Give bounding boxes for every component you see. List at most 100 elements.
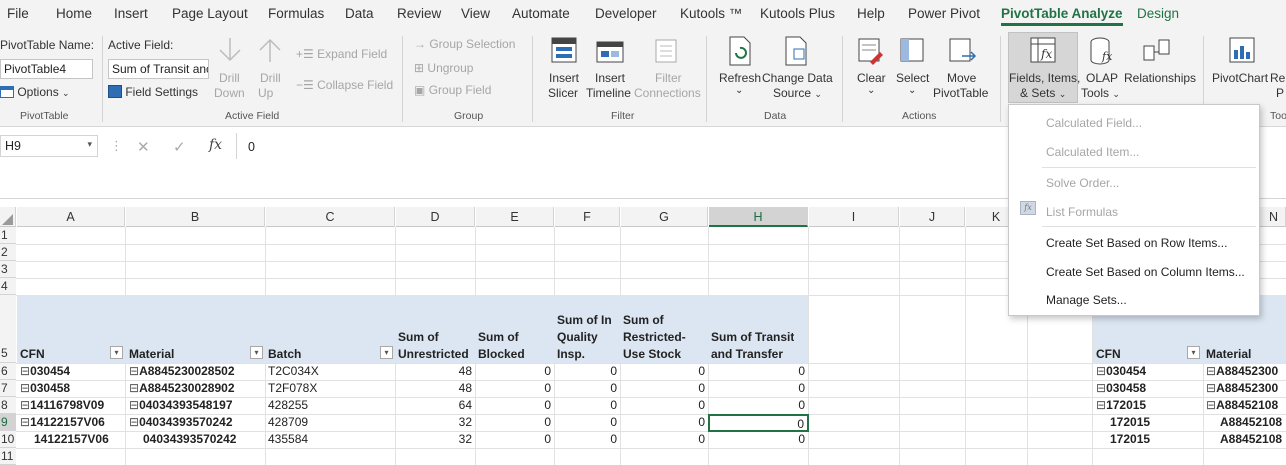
collapse-icon[interactable]: ⊟ bbox=[1096, 381, 1106, 395]
chevron-down-icon[interactable]: ⌄ bbox=[735, 85, 743, 96]
table-row-unrestricted[interactable]: 64 bbox=[396, 397, 475, 414]
active-field-input[interactable]: Sum of Transit anc bbox=[108, 59, 209, 79]
options-button[interactable]: Options ⌄ bbox=[0, 85, 70, 99]
insert-slicer-label-1[interactable]: Insert bbox=[549, 71, 579, 85]
pivot2-row-cfn[interactable]: ⊟172015 bbox=[1096, 397, 1146, 414]
table-row-material[interactable]: ⊟04034393548197 bbox=[129, 397, 233, 414]
tab-help[interactable]: Help bbox=[857, 6, 885, 21]
table-row-quality[interactable]: 0 bbox=[555, 397, 620, 414]
pivot-header-quality-1[interactable]: Sum of In bbox=[557, 312, 612, 329]
pivot2-row-cfn[interactable]: 172015 bbox=[1110, 431, 1150, 448]
fields-items-label-1[interactable]: Fields, Items, bbox=[1009, 71, 1080, 85]
table-row-blocked[interactable]: 0 bbox=[476, 380, 554, 397]
column-header-c[interactable]: C bbox=[266, 207, 395, 227]
pivot-header-restricted-2[interactable]: Restricted- bbox=[623, 329, 686, 346]
insert-function-icon[interactable]: fx bbox=[209, 137, 222, 153]
pivot-header-transit-2[interactable]: and Transfer bbox=[711, 346, 783, 363]
collapse-icon[interactable]: ⊟ bbox=[20, 364, 30, 378]
recommended-label-2[interactable]: P bbox=[1276, 86, 1284, 100]
tab-insert[interactable]: Insert bbox=[114, 6, 148, 21]
table-row-batch[interactable]: 428709 bbox=[268, 414, 308, 431]
tab-file[interactable]: File bbox=[7, 6, 29, 21]
collapse-icon[interactable]: ⊟ bbox=[1206, 364, 1216, 378]
select-all-button[interactable] bbox=[0, 207, 16, 227]
table-row-transit[interactable]: 0 bbox=[709, 363, 808, 380]
drill-down-label-1[interactable]: Drill bbox=[219, 71, 240, 85]
row-header-11[interactable]: 11 bbox=[0, 448, 16, 465]
column-header-a[interactable]: A bbox=[17, 207, 125, 227]
table-row-transit[interactable]: 0 bbox=[709, 431, 808, 448]
menu-item-calculated-field[interactable]: Calculated Field... bbox=[1046, 116, 1142, 130]
refresh-button[interactable]: Refresh bbox=[719, 71, 761, 85]
change-data-label-1[interactable]: Change Data bbox=[762, 71, 833, 85]
pivot2-row-cfn[interactable]: ⊟030458 bbox=[1096, 380, 1146, 397]
row-header-8[interactable]: 8 bbox=[0, 397, 16, 414]
table-row-material[interactable]: ⊟A8845230028902 bbox=[129, 380, 235, 397]
change-data-label-2[interactable]: Source ⌄ bbox=[773, 86, 822, 100]
row-header-10[interactable]: 10 bbox=[0, 431, 16, 448]
column-header-d[interactable]: D bbox=[396, 207, 475, 227]
cancel-icon[interactable]: ✕ bbox=[137, 138, 150, 156]
pivotchart-button[interactable]: PivotChart bbox=[1212, 71, 1268, 85]
pivot2-row-cfn[interactable]: ⊟030454 bbox=[1096, 363, 1146, 380]
pivot2-header-material[interactable]: Material bbox=[1206, 346, 1251, 363]
table-row-batch[interactable]: T2C034X bbox=[268, 363, 319, 380]
tab-page-layout[interactable]: Page Layout bbox=[172, 6, 248, 21]
row-header-7[interactable]: 7 bbox=[0, 380, 16, 397]
tab-data[interactable]: Data bbox=[345, 6, 374, 21]
formula-input[interactable]: 0 bbox=[248, 140, 255, 154]
pivot-header-blocked-1[interactable]: Sum of bbox=[478, 329, 519, 346]
table-row-cfn[interactable]: ⊟14116798V09 bbox=[20, 397, 104, 414]
select-button[interactable]: Select bbox=[896, 71, 929, 85]
pivot2-row-material[interactable]: ⊟A88452300 bbox=[1206, 380, 1286, 397]
table-row-restricted[interactable]: 0 bbox=[621, 414, 708, 431]
table-row-restricted[interactable]: 0 bbox=[621, 397, 708, 414]
table-row-quality[interactable]: 0 bbox=[555, 380, 620, 397]
tab-kutools[interactable]: Kutools ™ bbox=[680, 6, 742, 21]
collapse-icon[interactable]: ⊟ bbox=[1096, 398, 1106, 412]
drill-up-label-2[interactable]: Up bbox=[258, 86, 273, 100]
table-row-restricted[interactable]: 0 bbox=[621, 363, 708, 380]
filter-connections-label-2[interactable]: Connections bbox=[634, 86, 701, 100]
collapse-icon[interactable]: ⊟ bbox=[1206, 381, 1216, 395]
enter-icon[interactable]: ✓ bbox=[173, 138, 186, 156]
chevron-down-icon[interactable]: ⌄ bbox=[867, 85, 875, 96]
pivot-header-unrestricted-2[interactable]: Unrestricted bbox=[398, 346, 469, 363]
pivot2-row-material[interactable]: ⊟A88452108 bbox=[1206, 397, 1286, 414]
table-row-material[interactable]: 04034393570242 bbox=[143, 431, 236, 448]
relationships-button[interactable]: Relationships bbox=[1124, 71, 1196, 85]
column-header-g[interactable]: G bbox=[621, 207, 708, 227]
collapse-icon[interactable]: ⊟ bbox=[20, 398, 30, 412]
table-row-transit[interactable]: 0 bbox=[709, 380, 808, 397]
table-row-material[interactable]: ⊟04034393570242 bbox=[129, 414, 233, 431]
menu-item-solve-order[interactable]: Solve Order... bbox=[1046, 176, 1119, 190]
row-header-4[interactable]: 4 bbox=[0, 278, 16, 295]
chevron-down-icon[interactable]: ⌄ bbox=[908, 85, 916, 96]
table-row-batch[interactable]: 428255 bbox=[268, 397, 308, 414]
table-row-batch[interactable]: 435584 bbox=[268, 431, 308, 448]
table-row-unrestricted[interactable]: 48 bbox=[396, 380, 475, 397]
insert-slicer-label-2[interactable]: Slicer bbox=[548, 86, 578, 100]
pivot-header-blocked-2[interactable]: Blocked bbox=[478, 346, 525, 363]
name-box[interactable]: H9 ▾ bbox=[0, 135, 98, 157]
cfn-filter-icon[interactable]: ▾ bbox=[1187, 346, 1200, 359]
pivot-header-cfn[interactable]: CFN bbox=[20, 346, 45, 363]
pivot-header-restricted-3[interactable]: Use Stock bbox=[623, 346, 681, 363]
collapse-icon[interactable]: ⊟ bbox=[129, 415, 139, 429]
group-field-button[interactable]: ▣ Group Field bbox=[414, 83, 491, 97]
ungroup-button[interactable]: ⊞ Ungroup bbox=[414, 61, 473, 75]
tab-view[interactable]: View bbox=[461, 6, 490, 21]
collapse-icon[interactable]: ⊟ bbox=[129, 364, 139, 378]
row-header-5[interactable]: 5 bbox=[0, 295, 16, 363]
column-header-h[interactable]: H bbox=[709, 207, 808, 227]
pivot2-row-cfn[interactable]: 172015 bbox=[1110, 414, 1150, 431]
table-row-cfn[interactable]: ⊟14122157V06 bbox=[20, 414, 105, 431]
row-header-6[interactable]: 6 bbox=[0, 363, 16, 380]
pivot2-row-material[interactable]: A88452108 bbox=[1220, 431, 1286, 448]
table-row-cfn[interactable]: ⊟030458 bbox=[20, 380, 70, 397]
insert-timeline-label-1[interactable]: Insert bbox=[595, 71, 625, 85]
field-settings-button[interactable]: Field Settings bbox=[108, 85, 198, 99]
move-label-1[interactable]: Move bbox=[947, 71, 976, 85]
menu-item-calculated-item[interactable]: Calculated Item... bbox=[1046, 145, 1139, 159]
tab-review[interactable]: Review bbox=[397, 6, 441, 21]
